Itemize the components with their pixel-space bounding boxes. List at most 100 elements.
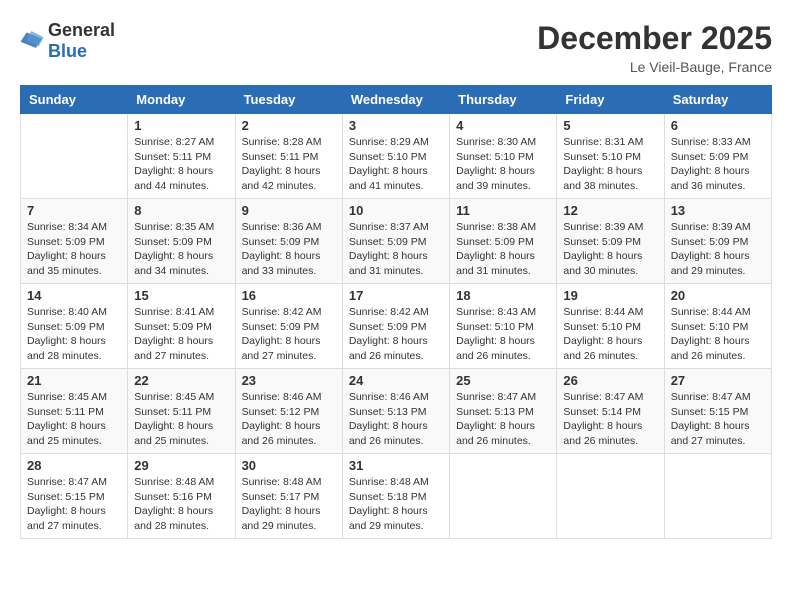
day-cell: 13 Sunrise: 8:39 AMSunset: 5:09 PMDaylig… <box>664 199 771 284</box>
location-title: Le Vieil-Bauge, France <box>537 59 772 75</box>
week-row-3: 14 Sunrise: 8:40 AMSunset: 5:09 PMDaylig… <box>21 284 772 369</box>
day-cell <box>557 454 664 539</box>
day-cell: 24 Sunrise: 8:46 AMSunset: 5:13 PMDaylig… <box>342 369 449 454</box>
day-info: Sunrise: 8:43 AMSunset: 5:10 PMDaylight:… <box>456 305 550 364</box>
day-info: Sunrise: 8:42 AMSunset: 5:09 PMDaylight:… <box>349 305 443 364</box>
day-number: 9 <box>242 203 336 218</box>
day-info: Sunrise: 8:46 AMSunset: 5:12 PMDaylight:… <box>242 390 336 449</box>
day-info: Sunrise: 8:47 AMSunset: 5:14 PMDaylight:… <box>563 390 657 449</box>
day-cell: 3 Sunrise: 8:29 AMSunset: 5:10 PMDayligh… <box>342 114 449 199</box>
day-info: Sunrise: 8:30 AMSunset: 5:10 PMDaylight:… <box>456 135 550 194</box>
day-cell: 6 Sunrise: 8:33 AMSunset: 5:09 PMDayligh… <box>664 114 771 199</box>
day-info: Sunrise: 8:39 AMSunset: 5:09 PMDaylight:… <box>563 220 657 279</box>
day-number: 28 <box>27 458 121 473</box>
day-number: 17 <box>349 288 443 303</box>
day-cell: 10 Sunrise: 8:37 AMSunset: 5:09 PMDaylig… <box>342 199 449 284</box>
day-info: Sunrise: 8:46 AMSunset: 5:13 PMDaylight:… <box>349 390 443 449</box>
header-tuesday: Tuesday <box>235 86 342 114</box>
week-row-4: 21 Sunrise: 8:45 AMSunset: 5:11 PMDaylig… <box>21 369 772 454</box>
logo-text: General Blue <box>48 20 115 62</box>
week-row-2: 7 Sunrise: 8:34 AMSunset: 5:09 PMDayligh… <box>21 199 772 284</box>
day-info: Sunrise: 8:38 AMSunset: 5:09 PMDaylight:… <box>456 220 550 279</box>
day-cell: 20 Sunrise: 8:44 AMSunset: 5:10 PMDaylig… <box>664 284 771 369</box>
day-cell <box>21 114 128 199</box>
header-wednesday: Wednesday <box>342 86 449 114</box>
day-info: Sunrise: 8:35 AMSunset: 5:09 PMDaylight:… <box>134 220 228 279</box>
day-cell: 5 Sunrise: 8:31 AMSunset: 5:10 PMDayligh… <box>557 114 664 199</box>
day-cell: 22 Sunrise: 8:45 AMSunset: 5:11 PMDaylig… <box>128 369 235 454</box>
day-cell: 12 Sunrise: 8:39 AMSunset: 5:09 PMDaylig… <box>557 199 664 284</box>
day-info: Sunrise: 8:34 AMSunset: 5:09 PMDaylight:… <box>27 220 121 279</box>
day-cell: 8 Sunrise: 8:35 AMSunset: 5:09 PMDayligh… <box>128 199 235 284</box>
day-info: Sunrise: 8:36 AMSunset: 5:09 PMDaylight:… <box>242 220 336 279</box>
day-number: 25 <box>456 373 550 388</box>
day-number: 14 <box>27 288 121 303</box>
header-thursday: Thursday <box>450 86 557 114</box>
day-number: 5 <box>563 118 657 133</box>
day-info: Sunrise: 8:47 AMSunset: 5:15 PMDaylight:… <box>27 475 121 534</box>
day-number: 15 <box>134 288 228 303</box>
day-info: Sunrise: 8:48 AMSunset: 5:16 PMDaylight:… <box>134 475 228 534</box>
day-number: 18 <box>456 288 550 303</box>
day-number: 31 <box>349 458 443 473</box>
day-info: Sunrise: 8:45 AMSunset: 5:11 PMDaylight:… <box>134 390 228 449</box>
day-cell: 2 Sunrise: 8:28 AMSunset: 5:11 PMDayligh… <box>235 114 342 199</box>
day-cell: 9 Sunrise: 8:36 AMSunset: 5:09 PMDayligh… <box>235 199 342 284</box>
day-number: 7 <box>27 203 121 218</box>
day-cell: 1 Sunrise: 8:27 AMSunset: 5:11 PMDayligh… <box>128 114 235 199</box>
calendar-table: Sunday Monday Tuesday Wednesday Thursday… <box>20 85 772 539</box>
day-info: Sunrise: 8:42 AMSunset: 5:09 PMDaylight:… <box>242 305 336 364</box>
day-number: 8 <box>134 203 228 218</box>
day-info: Sunrise: 8:47 AMSunset: 5:13 PMDaylight:… <box>456 390 550 449</box>
day-info: Sunrise: 8:29 AMSunset: 5:10 PMDaylight:… <box>349 135 443 194</box>
day-cell: 11 Sunrise: 8:38 AMSunset: 5:09 PMDaylig… <box>450 199 557 284</box>
day-cell: 29 Sunrise: 8:48 AMSunset: 5:16 PMDaylig… <box>128 454 235 539</box>
day-cell: 4 Sunrise: 8:30 AMSunset: 5:10 PMDayligh… <box>450 114 557 199</box>
logo-blue: Blue <box>48 41 87 61</box>
day-number: 26 <box>563 373 657 388</box>
day-number: 22 <box>134 373 228 388</box>
month-title: December 2025 <box>537 20 772 57</box>
day-cell: 7 Sunrise: 8:34 AMSunset: 5:09 PMDayligh… <box>21 199 128 284</box>
day-cell: 26 Sunrise: 8:47 AMSunset: 5:14 PMDaylig… <box>557 369 664 454</box>
day-cell: 25 Sunrise: 8:47 AMSunset: 5:13 PMDaylig… <box>450 369 557 454</box>
day-info: Sunrise: 8:45 AMSunset: 5:11 PMDaylight:… <box>27 390 121 449</box>
day-cell <box>450 454 557 539</box>
day-number: 20 <box>671 288 765 303</box>
week-row-1: 1 Sunrise: 8:27 AMSunset: 5:11 PMDayligh… <box>21 114 772 199</box>
week-row-5: 28 Sunrise: 8:47 AMSunset: 5:15 PMDaylig… <box>21 454 772 539</box>
day-number: 1 <box>134 118 228 133</box>
day-info: Sunrise: 8:44 AMSunset: 5:10 PMDaylight:… <box>671 305 765 364</box>
day-cell: 16 Sunrise: 8:42 AMSunset: 5:09 PMDaylig… <box>235 284 342 369</box>
logo-icon <box>20 31 44 51</box>
header-monday: Monday <box>128 86 235 114</box>
day-number: 12 <box>563 203 657 218</box>
header-friday: Friday <box>557 86 664 114</box>
day-cell: 23 Sunrise: 8:46 AMSunset: 5:12 PMDaylig… <box>235 369 342 454</box>
day-cell: 21 Sunrise: 8:45 AMSunset: 5:11 PMDaylig… <box>21 369 128 454</box>
day-cell: 17 Sunrise: 8:42 AMSunset: 5:09 PMDaylig… <box>342 284 449 369</box>
day-cell <box>664 454 771 539</box>
day-info: Sunrise: 8:28 AMSunset: 5:11 PMDaylight:… <box>242 135 336 194</box>
day-number: 11 <box>456 203 550 218</box>
day-cell: 31 Sunrise: 8:48 AMSunset: 5:18 PMDaylig… <box>342 454 449 539</box>
day-number: 21 <box>27 373 121 388</box>
header-sunday: Sunday <box>21 86 128 114</box>
day-info: Sunrise: 8:37 AMSunset: 5:09 PMDaylight:… <box>349 220 443 279</box>
page-header: General Blue December 2025 Le Vieil-Baug… <box>20 20 772 75</box>
day-cell: 18 Sunrise: 8:43 AMSunset: 5:10 PMDaylig… <box>450 284 557 369</box>
day-number: 24 <box>349 373 443 388</box>
day-info: Sunrise: 8:41 AMSunset: 5:09 PMDaylight:… <box>134 305 228 364</box>
day-number: 29 <box>134 458 228 473</box>
day-cell: 19 Sunrise: 8:44 AMSunset: 5:10 PMDaylig… <box>557 284 664 369</box>
day-cell: 15 Sunrise: 8:41 AMSunset: 5:09 PMDaylig… <box>128 284 235 369</box>
day-number: 6 <box>671 118 765 133</box>
day-info: Sunrise: 8:44 AMSunset: 5:10 PMDaylight:… <box>563 305 657 364</box>
day-info: Sunrise: 8:40 AMSunset: 5:09 PMDaylight:… <box>27 305 121 364</box>
day-info: Sunrise: 8:39 AMSunset: 5:09 PMDaylight:… <box>671 220 765 279</box>
day-info: Sunrise: 8:48 AMSunset: 5:18 PMDaylight:… <box>349 475 443 534</box>
day-number: 30 <box>242 458 336 473</box>
day-info: Sunrise: 8:47 AMSunset: 5:15 PMDaylight:… <box>671 390 765 449</box>
day-number: 4 <box>456 118 550 133</box>
day-info: Sunrise: 8:31 AMSunset: 5:10 PMDaylight:… <box>563 135 657 194</box>
